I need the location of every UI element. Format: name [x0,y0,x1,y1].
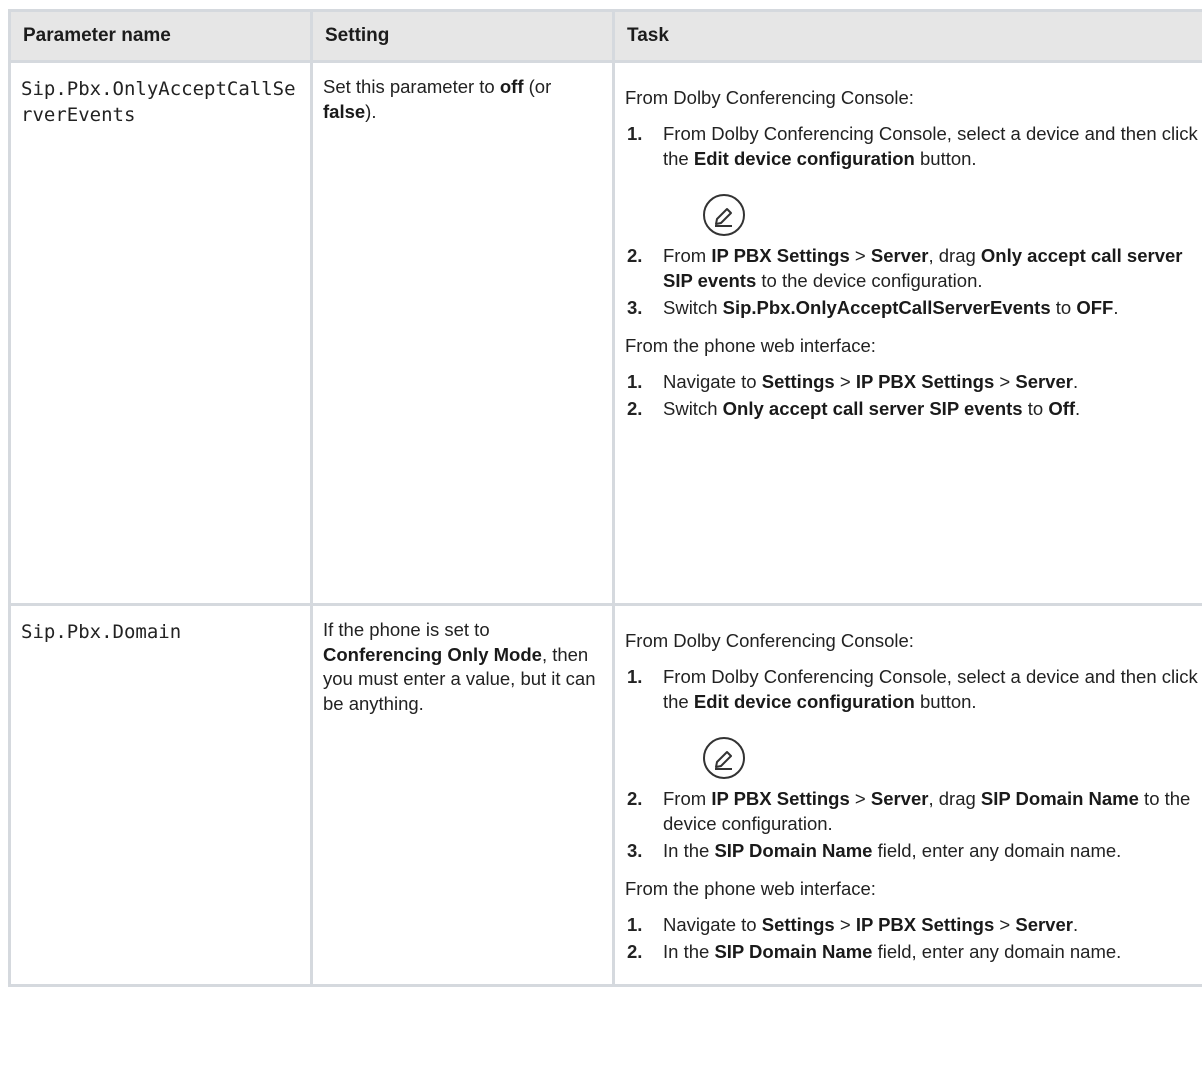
task-cell: From Dolby Conferencing Console: 1. From … [612,603,1202,987]
table-row: Sip.Pbx.Domain If the phone is set to Co… [8,603,1202,987]
list-item: 1. From Dolby Conferencing Console, selec… [625,665,1198,780]
web-steps: 1. Navigate to Settings > IP PBX Settings… [625,370,1198,422]
setting-text: Set this parameter to off (or false). [323,76,552,122]
console-steps: 1. From Dolby Conferencing Console, selec… [625,122,1198,321]
header-task: Task [612,9,1202,63]
parameters-table: Parameter name Setting Task Sip.Pbx.Only… [8,9,1202,987]
list-item: 2. From IP PBX Settings > Server, drag On… [627,245,1183,291]
list-item: 3. Switch Sip.Pbx.OnlyAcceptCallServerEve… [627,297,1119,318]
table-header-row: Parameter name Setting Task [8,9,1202,63]
web-lead: From the phone web interface: [625,877,876,899]
list-item: 2. Switch Only accept call server SIP eve… [627,398,1081,419]
setting-cell: If the phone is set to Conferencing Only… [310,603,615,987]
edit-pencil-circle-icon [702,193,746,237]
task-cell: From Dolby Conferencing Console: 1. From … [612,60,1202,606]
table-body: Sip.Pbx.OnlyAcceptCallServerEvents Set t… [8,60,1202,987]
parameter-name: Sip.Pbx.Domain [21,621,182,643]
web-steps: 1. Navigate to Settings > IP PBX Settings… [625,913,1198,965]
table-row: Sip.Pbx.OnlyAcceptCallServerEvents Set t… [8,60,1202,606]
list-item: 1. From Dolby Conferencing Console, selec… [625,122,1198,237]
header-parameter-name: Parameter name [8,9,313,63]
edit-pencil-circle-icon [702,736,746,780]
list-item: 1. Navigate to Settings > IP PBX Settings… [627,370,1079,392]
setting-cell: Set this parameter to off (or false). [310,60,615,606]
console-lead: From Dolby Conferencing Console: [625,87,914,108]
list-item: 2. In the SIP Domain Name field, enter an… [627,941,1122,962]
header-setting: Setting [310,9,615,63]
console-steps: 1. From Dolby Conferencing Console, selec… [625,665,1198,864]
list-item: 1. Navigate to Settings > IP PBX Settings… [627,913,1079,935]
setting-text: If the phone is set to Conferencing Only… [323,619,596,714]
parameter-cell: Sip.Pbx.OnlyAcceptCallServerEvents [8,60,313,606]
list-item: 3. In the SIP Domain Name field, enter an… [627,840,1122,861]
web-lead: From the phone web interface: [625,334,876,356]
console-lead: From Dolby Conferencing Console: [625,630,914,651]
list-item: 2. From IP PBX Settings > Server, drag SI… [627,788,1191,834]
parameter-cell: Sip.Pbx.Domain [8,603,313,987]
parameter-name: Sip.Pbx.OnlyAcceptCallServerEvents [21,78,296,126]
